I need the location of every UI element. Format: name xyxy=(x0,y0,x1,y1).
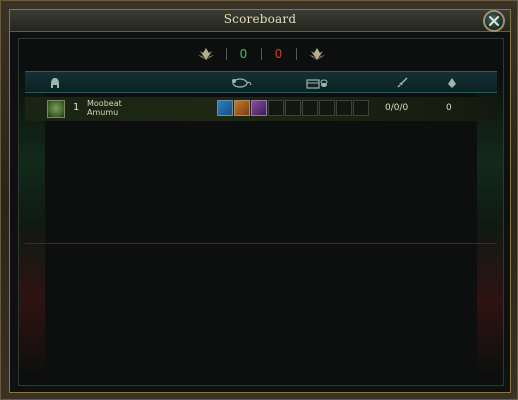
empty-item-slot xyxy=(285,100,301,116)
red-team-score: 0 xyxy=(274,47,283,61)
chest-icon xyxy=(305,75,329,91)
team-divider xyxy=(25,243,497,244)
window-title: Scoreboard xyxy=(223,12,297,26)
orange-staff-item-icon[interactable] xyxy=(234,100,250,116)
close-icon xyxy=(489,16,499,26)
score-separator xyxy=(225,48,227,60)
score-separator xyxy=(295,48,297,60)
empty-item-slot xyxy=(302,100,318,116)
scoreboard-window: Scoreboard 0 0 1 Moobeat Amumu 0/0/0 0 xyxy=(0,0,518,400)
title-bar: Scoreboard xyxy=(10,10,510,32)
purple-orb-item-icon[interactable] xyxy=(251,100,267,116)
rat-icon xyxy=(229,75,253,91)
champion-level: 1 xyxy=(73,102,80,113)
window-panel: Scoreboard 0 0 1 Moobeat Amumu 0/0/0 0 xyxy=(9,9,511,393)
summoner-name: Moobeat xyxy=(87,99,122,108)
champion-portrait xyxy=(47,100,65,118)
empty-item-slot xyxy=(319,100,335,116)
player-row[interactable]: 1 Moobeat Amumu 0/0/0 0 xyxy=(25,97,497,121)
team-score-bar: 0 0 xyxy=(19,39,503,69)
score-separator xyxy=(260,48,262,60)
champion-name: Amumu xyxy=(87,108,119,117)
empty-item-slot xyxy=(353,100,369,116)
close-button[interactable] xyxy=(483,10,505,32)
creep-score-value: 0 xyxy=(446,103,452,113)
gem-icon xyxy=(444,75,460,91)
kda-value: 0/0/0 xyxy=(385,103,409,113)
column-header xyxy=(25,71,497,93)
player-names: Moobeat Amumu xyxy=(87,99,122,117)
helmet-icon xyxy=(47,75,63,91)
blue-sigil-item-icon[interactable] xyxy=(217,100,233,116)
red-team-emblem-icon xyxy=(307,46,327,62)
empty-item-slot xyxy=(336,100,352,116)
blue-team-emblem-icon xyxy=(196,46,216,62)
item-slots xyxy=(217,100,369,116)
sword-icon xyxy=(394,75,410,91)
empty-item-slot xyxy=(268,100,284,116)
scoreboard-content: 0 0 1 Moobeat Amumu 0/0/0 0 xyxy=(18,38,504,386)
blue-team-score: 0 xyxy=(239,47,248,61)
